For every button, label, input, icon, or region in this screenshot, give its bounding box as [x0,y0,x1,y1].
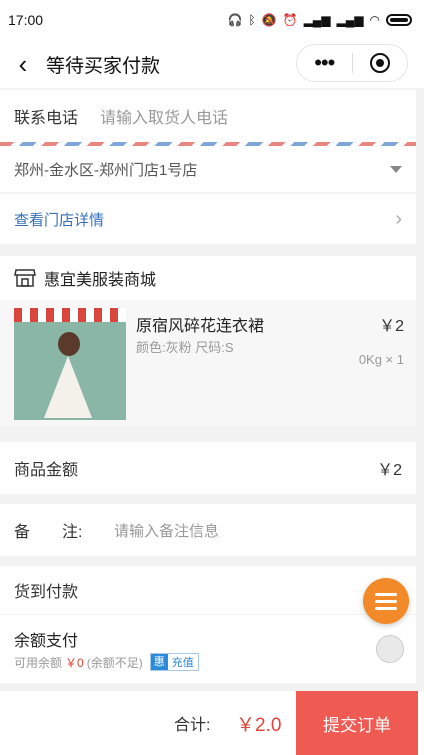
cash-on-delivery-label: 货到付款 [14,584,79,601]
more-options-button[interactable]: ••• [297,52,352,74]
store-select[interactable]: 郑州-金水区-郑州门店1号店 [0,146,416,192]
close-miniprogram-button[interactable] [353,53,408,73]
shop-name: 惠宜美服装商城 [44,272,157,289]
balance-available-value: ￥0 [65,655,84,670]
contact-phone-row: 联系电话 请输入取货人电话 [0,90,416,142]
balance-insufficient-note: (余额不足) [86,655,143,670]
status-bar: 17:00 🎧 ᛒ 🔕 ⏰ ▂▄▆ ▂▄▆ ◠ [0,0,424,40]
product-image [14,308,126,420]
goods-item[interactable]: 原宿风碎花连衣裙 颜色:灰粉 尺码:S ￥2 0Kg × 1 [0,300,416,426]
mute-icon: 🔕 [261,13,277,27]
storefront-icon [14,269,36,287]
submit-order-button[interactable]: 提交订单 [296,691,418,755]
contact-phone-label: 联系电话 [14,110,79,127]
nav-bar: ‹ 等待买家付款 ••• [0,40,424,88]
product-quantity: 0Kg × 1 [358,352,404,367]
balance-pay-title: 余额支付 [14,633,79,650]
page-title: 等待买家付款 [46,55,161,77]
recharge-button[interactable]: 惠 充值 [149,653,199,671]
signal-icon: ▂▄▆ [303,13,331,27]
shop-header: 惠宜美服装商城 [0,256,416,300]
goods-amount-value: ￥2 [377,462,402,479]
total-label: 合计: [174,717,211,734]
recharge-label: 充值 [171,657,194,669]
floating-menu-button[interactable] [363,578,409,624]
status-time: 17:00 [8,12,44,28]
recharge-icon: 惠 [150,654,168,670]
wifi-icon: ◠ [369,13,380,27]
remark-label: 备 注: [14,524,83,541]
contact-phone-input[interactable]: 请输入取货人电话 [100,104,228,128]
store-detail-link[interactable]: 查看门店详情 › [0,194,416,244]
caret-down-icon [390,165,402,173]
target-circle-icon [369,53,390,73]
status-icons: 🎧 ᛒ 🔕 ⏰ ▂▄▆ ▂▄▆ ◠ [228,13,412,27]
bluetooth-icon: ᛒ [248,13,256,27]
goods-amount-row: 商品金额 ￥2 [0,442,416,494]
total-value: ￥2.0 [236,715,282,736]
product-spec: 颜色:灰粉 尺码:S [136,340,234,355]
battery-icon [386,14,412,26]
balance-pay-row[interactable]: 余额支付 可用余额 ￥0 (余额不足) 惠 充值 [0,615,416,683]
balance-pay-radio[interactable] [376,635,404,663]
chevron-right-icon: › [395,207,402,230]
goods-amount-label: 商品金额 [14,462,79,479]
balance-available-label: 可用余额 [14,655,63,670]
store-selected-value: 郑州-金水区-郑州门店1号店 [14,161,198,179]
product-name: 原宿风碎花连衣裙 [136,318,265,335]
balance-info: 可用余额 ￥0 (余额不足) 惠 充值 [14,653,199,671]
signal-icon-2: ▂▄▆ [336,13,364,27]
headphone-icon: 🎧 [227,13,243,27]
cash-on-delivery-row[interactable]: 货到付款 [0,566,416,614]
store-detail-label: 查看门店详情 [14,211,105,229]
product-price: ￥2 [379,318,404,335]
remark-input[interactable]: 请输入备注信息 [114,520,219,541]
alarm-icon: ⏰ [282,13,298,27]
checkout-bar: 合计: ￥2.0 提交订单 [0,691,424,755]
remark-row: 备 注: 请输入备注信息 [0,504,416,556]
back-arrow-icon[interactable]: ‹ [0,40,46,88]
mini-program-capsule: ••• [296,44,408,82]
